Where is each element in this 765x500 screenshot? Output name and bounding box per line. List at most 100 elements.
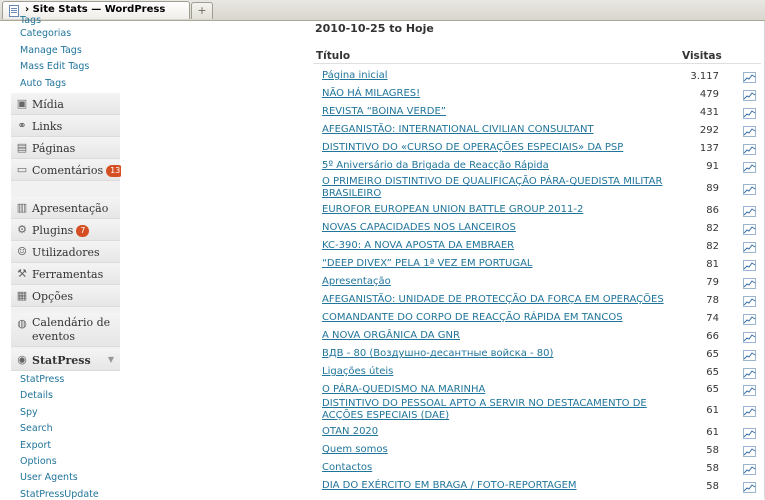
table-row: AFEGANISTÃO: UNIDADE DE PROTECÇÃO DA FOR… bbox=[313, 292, 761, 310]
trend-chart-icon[interactable] bbox=[743, 427, 756, 439]
column-header-visits: Visitas bbox=[682, 50, 722, 62]
trend-chart-icon[interactable] bbox=[743, 405, 756, 417]
page-title-link[interactable]: DISTINTIVO DO «CURSO DE OPERAÇÕES ESPECI… bbox=[322, 142, 672, 154]
trend-chart-icon[interactable] bbox=[743, 445, 756, 457]
visit-count: 58 bbox=[706, 481, 719, 492]
trend-chart-icon[interactable] bbox=[743, 481, 756, 493]
trend-chart-icon[interactable] bbox=[743, 331, 756, 343]
statpress-subitem[interactable]: Export bbox=[11, 440, 120, 451]
page-title-link[interactable]: EUROFOR EUROPEAN UNION BATTLE GROUP 2011… bbox=[322, 204, 672, 216]
trend-chart-icon[interactable] bbox=[743, 89, 756, 101]
trend-chart-icon[interactable] bbox=[743, 313, 756, 325]
sidebar-subitem[interactable]: Auto Tags bbox=[11, 78, 120, 89]
sidebar-item-páginas[interactable]: ▤ Páginas bbox=[11, 137, 120, 159]
trend-chart-icon[interactable] bbox=[743, 183, 756, 195]
visit-count: 81 bbox=[706, 259, 719, 270]
page-title-link[interactable]: Ligações úteis bbox=[322, 366, 672, 378]
sidebar-item-text: Comentários bbox=[32, 163, 104, 177]
trend-chart-icon[interactable] bbox=[743, 295, 756, 307]
statpress-subitem[interactable]: User Agents bbox=[11, 472, 120, 483]
sidebar-item-text: Apresentação bbox=[32, 201, 109, 215]
statpress-subitem[interactable]: Spy bbox=[11, 407, 120, 418]
statpress-subitem[interactable]: Options bbox=[11, 456, 120, 467]
page-title-link[interactable]: NOVAS CAPACIDADES NOS LANCEIROS bbox=[322, 222, 672, 234]
sidebar-item-text: Links bbox=[32, 119, 63, 133]
visit-count: 58 bbox=[706, 463, 719, 474]
trend-chart-icon[interactable] bbox=[743, 223, 756, 235]
visit-count: 137 bbox=[699, 143, 719, 154]
visit-count: 79 bbox=[706, 277, 719, 288]
trend-chart-icon[interactable] bbox=[743, 143, 756, 155]
visit-count: 58 bbox=[706, 445, 719, 456]
count-badge: 7 bbox=[76, 224, 90, 237]
page-title-link[interactable]: A NOVA ORGÂNICA DA GNR bbox=[322, 330, 672, 342]
sidebar-item-ferramentas[interactable]: ⚒ Ferramentas bbox=[11, 263, 120, 285]
page-title-link[interactable]: Página inicial bbox=[322, 70, 672, 82]
sidebar-item-opções[interactable]: ▦ Opções bbox=[11, 285, 120, 307]
sidebar-item-comentários[interactable]: ▭ Comentários 13 bbox=[11, 159, 125, 181]
header-divider bbox=[313, 63, 761, 64]
table-row: EUROFOR EUROPEAN UNION BATTLE GROUP 2011… bbox=[313, 202, 761, 220]
links-icon: ⚭ bbox=[17, 119, 27, 132]
chevron-down-icon[interactable]: ▼ bbox=[108, 354, 114, 364]
trend-chart-icon[interactable] bbox=[743, 463, 756, 475]
sidebar-item-links[interactable]: ⚭ Links bbox=[11, 115, 120, 137]
trend-chart-icon[interactable] bbox=[743, 161, 756, 173]
sidebar-subitem-cut[interactable]: Tags bbox=[11, 15, 120, 25]
trend-chart-icon[interactable] bbox=[743, 367, 756, 379]
page-title-link[interactable]: COMANDANTE DO CORPO DE REACÇÃO RÁPIDA EM… bbox=[322, 312, 672, 324]
sidebar-item-statpress[interactable]: ◉ StatPress ▼ bbox=[11, 349, 120, 371]
sidebar-subitem[interactable]: Manage Tags bbox=[11, 45, 120, 56]
page-title-link[interactable]: Apresentação bbox=[322, 276, 672, 288]
page-title-link[interactable]: O PRIMEIRO DISTINTIVO DE QUALIFICAÇÃO PÁ… bbox=[322, 176, 672, 200]
sidebar-item-label: Páginas bbox=[32, 142, 75, 155]
sidebar-subitem[interactable]: Categorias bbox=[11, 28, 120, 39]
visit-count: 82 bbox=[706, 241, 719, 252]
page-title-link[interactable]: REVISTA “BOINA VERDE” bbox=[322, 106, 672, 118]
visit-count: 82 bbox=[706, 223, 719, 234]
page-title-link[interactable]: AFEGANISTÃO: INTERNATIONAL CIVILIAN CONS… bbox=[322, 124, 672, 136]
trend-chart-icon[interactable] bbox=[743, 384, 756, 396]
sidebar-item-label: StatPress bbox=[32, 354, 91, 367]
page-title-link[interactable]: NÃO HÁ MILAGRES! bbox=[322, 88, 672, 100]
sidebar-item-mídia[interactable]: ▣ Mídia bbox=[11, 93, 120, 115]
visit-count: 89 bbox=[706, 183, 719, 194]
tab-title: › Site Stats — WordPress bbox=[25, 4, 166, 15]
sidebar-subitem[interactable]: Mass Edit Tags bbox=[11, 61, 120, 72]
trend-chart-icon[interactable] bbox=[743, 259, 756, 271]
trend-chart-icon[interactable] bbox=[743, 125, 756, 137]
page-title-link[interactable]: ВДВ - 80 (Воздушно-десантные войска - 80… bbox=[322, 348, 672, 360]
trend-chart-icon[interactable] bbox=[743, 107, 756, 119]
statpress-subitem[interactable]: StatPressUpdate bbox=[11, 489, 120, 500]
page-title-link[interactable]: KC-390: A NOVA APOSTA DA EMBRAER bbox=[322, 240, 672, 252]
sidebar-item-plugins[interactable]: ⚙ Plugins 7 bbox=[11, 219, 120, 241]
sidebar-item-utilizadores[interactable]: ☺ Utilizadores bbox=[11, 241, 120, 263]
trend-chart-icon[interactable] bbox=[743, 277, 756, 289]
statpress-subitem[interactable]: Search bbox=[11, 423, 120, 434]
sidebar-item-text: Calendário de eventos bbox=[32, 316, 111, 343]
trend-chart-icon[interactable] bbox=[743, 71, 756, 83]
trend-chart-icon[interactable] bbox=[743, 241, 756, 253]
page-title-link[interactable]: “DEEP DIVEX” PELA 1ª VEZ EM PORTUGAL bbox=[322, 258, 672, 270]
trend-chart-icon[interactable] bbox=[743, 205, 756, 217]
sidebar-item-calendar[interactable]: ◍ Calendário de eventos bbox=[11, 313, 120, 347]
page-title-link[interactable]: Quem somos bbox=[322, 444, 672, 456]
page-title-link[interactable]: DISTINTIVO DO PESSOAL APTO A SERVIR NO D… bbox=[322, 398, 672, 422]
statpress-subitem[interactable]: Details bbox=[11, 390, 120, 401]
table-row: COMANDANTE DO CORPO DE REACÇÃO RÁPIDA EM… bbox=[313, 310, 761, 328]
trend-chart-icon[interactable] bbox=[743, 349, 756, 361]
page-title-link[interactable]: O PÁRA-QUEDISMO NA MARINHA bbox=[322, 384, 672, 396]
table-row: O PÁRA-QUEDISMO NA MARINHA 65 bbox=[313, 382, 761, 398]
sidebar-item-label: Comentários 13 bbox=[32, 163, 125, 177]
statpress-subitem[interactable]: StatPress bbox=[11, 374, 120, 385]
new-tab-button[interactable]: + bbox=[191, 2, 213, 19]
sidebar-item-apresentação[interactable]: ▥ Apresentação bbox=[11, 197, 120, 219]
page-title-link[interactable]: AFEGANISTÃO: UNIDADE DE PROTECÇÃO DA FOR… bbox=[322, 294, 672, 306]
page-title-link[interactable]: Contactos bbox=[322, 462, 672, 474]
table-row: REVISTA “BOINA VERDE” 431 bbox=[313, 104, 761, 122]
page-title-link[interactable]: OTAN 2020 bbox=[322, 426, 672, 438]
sidebar-item-text: Ferramentas bbox=[32, 267, 104, 281]
page-title-link[interactable]: DIA DO EXÉRCITO EM BRAGA / FOTO-REPORTAG… bbox=[322, 480, 672, 492]
appearance-icon: ▥ bbox=[16, 201, 28, 214]
page-title-link[interactable]: 5º Aniversário da Brigada de Reacção Ráp… bbox=[322, 160, 672, 172]
